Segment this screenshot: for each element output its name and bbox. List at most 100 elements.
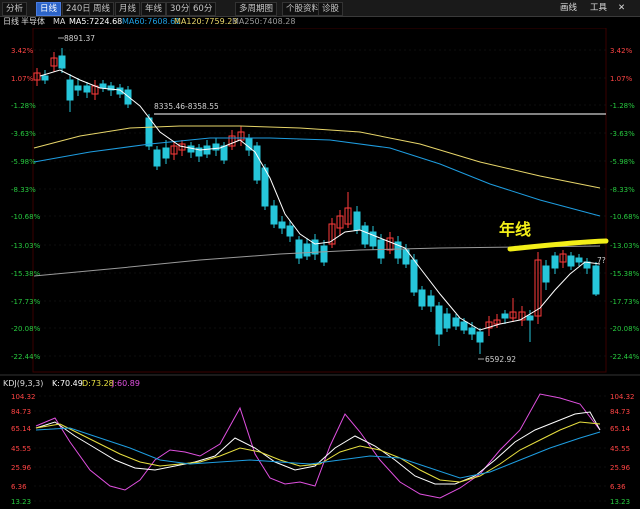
ma-label: MA xyxy=(53,17,66,26)
kdj-chart[interactable]: 104.32 104.32 84.73 84.73 65.14 65.14 45.55 45.… xyxy=(0,390,640,509)
price-axis-label: -1.28% xyxy=(11,102,36,110)
price-axis-label-right: -1.28% xyxy=(610,102,635,110)
kdj-j-line xyxy=(35,393,601,499)
tab-yearly[interactable]: 年线 xyxy=(141,2,167,16)
kdj-axis-label: 25.96 xyxy=(11,464,32,472)
candle-down xyxy=(270,205,278,225)
last-price-label: 7? xyxy=(597,256,606,265)
tab-analysis[interactable]: 分析 xyxy=(2,2,28,16)
kdj-axis-label: 84.73 xyxy=(11,408,31,416)
candle-down xyxy=(418,289,426,307)
candle-down xyxy=(220,145,228,161)
candle-down xyxy=(551,255,559,269)
price-axis-label-right: -3.63% xyxy=(610,130,635,138)
candle-down xyxy=(320,245,328,263)
price-axis-label-right: -20.08% xyxy=(610,325,640,333)
kdj-axis-label-right: 13.23 xyxy=(610,498,630,506)
candle-down xyxy=(58,55,66,69)
low-price-label: 6592.92 xyxy=(485,355,516,364)
ma5-line xyxy=(39,69,601,331)
instrument-name: 半导体 xyxy=(21,17,45,26)
price-axis-label-right: -5.98% xyxy=(610,158,635,166)
candle-down xyxy=(427,295,435,307)
ma60-value: MA60:7608.61 xyxy=(122,17,181,26)
draw-line-tool[interactable]: 画线 xyxy=(560,2,577,14)
price-axis-label: -20.08% xyxy=(11,325,41,333)
candle-down xyxy=(116,87,124,95)
candle-down xyxy=(361,225,369,245)
candle-down xyxy=(66,79,74,101)
candle-down xyxy=(278,221,286,229)
kdj-axis-label: 6.36 xyxy=(11,483,27,491)
candle-down xyxy=(567,255,575,267)
high-price-label: 8891.37 xyxy=(64,34,95,43)
tab-diagnose[interactable]: 诊股 xyxy=(318,2,344,16)
candle-down xyxy=(468,327,476,335)
price-axis-label: -15.38% xyxy=(11,270,41,278)
price-axis-label: -10.68% xyxy=(11,213,41,221)
candle-down xyxy=(443,313,451,329)
candle-down xyxy=(99,83,107,89)
period-toolbar: 分析 日线 240日 周线 月线 年线 30分 60分 多周期图 个股资料 诊股… xyxy=(0,0,640,17)
kdj-axis-label-right: 45.55 xyxy=(610,445,630,453)
candle-down xyxy=(460,321,468,331)
kdj-axis-label: 45.55 xyxy=(11,445,31,453)
price-axis-label: -8.33% xyxy=(11,186,36,194)
candle-down xyxy=(83,85,91,93)
kdj-axis-label-right: 104.32 xyxy=(610,393,635,401)
kdj-axis-label-right: 84.73 xyxy=(610,408,630,416)
kdj-d-line xyxy=(35,421,601,483)
candle-down xyxy=(74,85,82,91)
ma-info-bar: 日线 半导体 MA MA5:7224.68 MA60:7608.61 MA120… xyxy=(0,16,640,28)
close-icon[interactable]: ✕ xyxy=(618,2,625,14)
price-axis-label-right: -8.33% xyxy=(610,186,635,194)
price-axis-label: 3.42% xyxy=(11,47,34,55)
kdj-axis-label-right: 65.14 xyxy=(610,425,631,433)
ma250-value: MA250:7408.28 xyxy=(232,17,296,26)
kdj-d-value: D:73.28 xyxy=(82,379,114,388)
ma60-line xyxy=(33,137,601,217)
candle-down xyxy=(526,315,534,321)
kdj-j-value: J:60.89 xyxy=(112,379,140,388)
candle-down xyxy=(476,331,484,343)
candle-down xyxy=(41,75,49,81)
candle-down xyxy=(303,243,311,257)
price-axis-label-right: 3.42% xyxy=(610,47,633,55)
ma5-value: MA5:7224.68 xyxy=(69,17,123,26)
kdj-label: KDJ(9,3,3) xyxy=(3,379,44,388)
tab-monthly[interactable]: 月线 xyxy=(115,2,141,16)
price-chart[interactable]: 3.42% 3.42% 1.07% 1.07% -1.28% -1.28% -3.63% -3… xyxy=(0,28,640,378)
candle-down xyxy=(542,265,550,283)
kdj-axis-label-right: 25.96 xyxy=(610,464,631,472)
price-axis-label-right: -13.03% xyxy=(610,242,640,250)
price-axis-label-right: -22.44% xyxy=(610,353,640,361)
tab-daily[interactable]: 日线 xyxy=(36,2,62,16)
kdj-info-bar: KDJ(9,3,3) K:70.49 D:73.28 J:60.89 xyxy=(0,378,640,390)
handwritten-note: 年线 xyxy=(499,220,532,239)
price-axis-label: 1.07% xyxy=(11,75,34,83)
candle-down xyxy=(353,211,361,231)
kdj-axis-label-right: 6.36 xyxy=(610,483,626,491)
tab-weekly[interactable]: 周线 xyxy=(89,2,115,16)
price-axis-label: -5.98% xyxy=(11,158,36,166)
candle-down xyxy=(295,239,303,259)
price-axis-label: -17.73% xyxy=(11,298,41,306)
candle-down xyxy=(245,137,253,151)
candle-down xyxy=(575,257,583,263)
kdj-axis-label: 104.32 xyxy=(11,393,36,401)
price-axis-label: -3.63% xyxy=(11,130,36,138)
ma120-line xyxy=(33,125,601,189)
price-axis-label-right: -15.38% xyxy=(610,270,640,278)
candle-down xyxy=(435,305,443,335)
price-axis-label-right: 1.07% xyxy=(610,75,633,83)
candle-down xyxy=(410,259,418,293)
price-axis-label: -22.44% xyxy=(11,353,41,361)
candle-down xyxy=(452,317,460,327)
tab-60min[interactable]: 60分 xyxy=(189,2,217,16)
candle-down xyxy=(592,265,600,295)
kdj-axis-label: 13.23 xyxy=(11,498,31,506)
tools-menu[interactable]: 工具 xyxy=(590,2,607,14)
range-price-label: 8335.46-8358.55 xyxy=(154,102,219,111)
tab-multi-period[interactable]: 多周期图 xyxy=(235,2,278,16)
candle-down xyxy=(145,117,153,147)
